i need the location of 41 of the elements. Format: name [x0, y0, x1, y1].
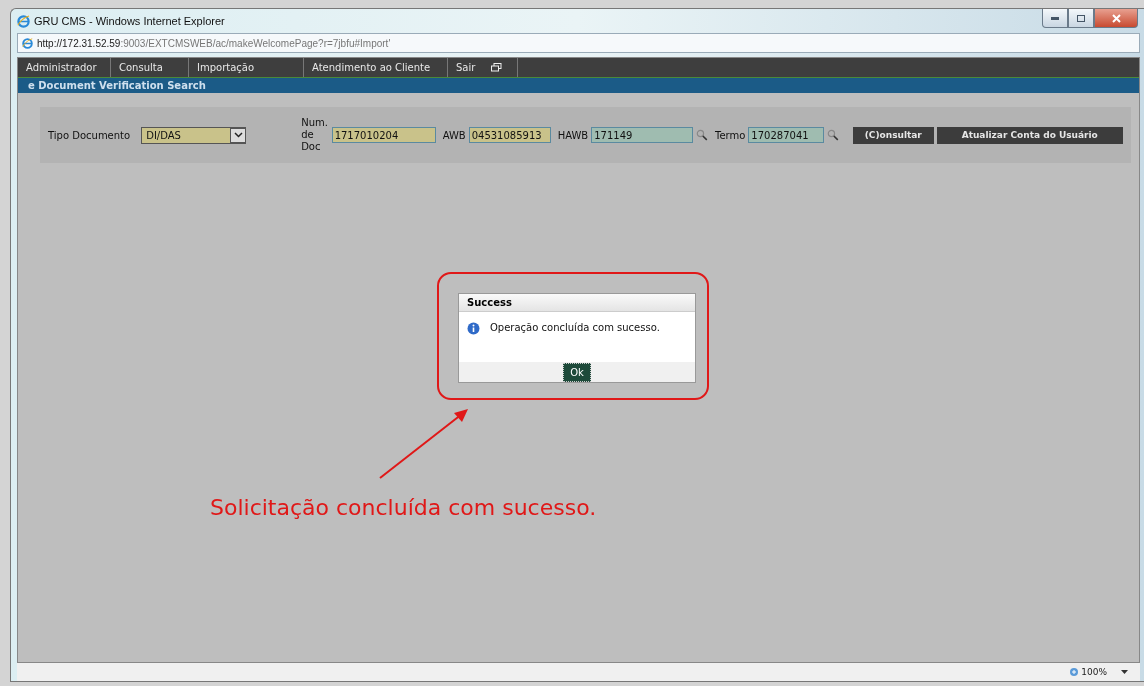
address-bar[interactable]: http://172.31.52.59:9003/EXTCMSWEB/ac/makeWelcomePage?r=7jbfu#Import' [17, 33, 1140, 53]
field-label: Num. de Doc [301, 117, 329, 153]
input-field[interactable]: 170287041 [748, 127, 825, 143]
field-label: Tipo Documento [48, 129, 132, 141]
url-text: http://172.31.52.59:9003/EXTCMSWEB/ac/makeWelcomePage?r=7jbfu#Import' [37, 37, 391, 49]
zoom-icon [1069, 666, 1081, 678]
minimize-button[interactable] [1042, 9, 1068, 28]
field-label: AWB [442, 129, 466, 141]
menu-item[interactable]: Importação [189, 58, 304, 77]
search-icon[interactable] [827, 129, 840, 141]
search-icon[interactable] [696, 129, 708, 141]
ok-button[interactable]: Ok [563, 362, 591, 382]
menu-item[interactable]: Sair [448, 58, 518, 77]
browser-logo-icon [22, 37, 33, 49]
menu-item[interactable]: Administrador [18, 58, 111, 77]
action-button[interactable]: (C)onsultar [852, 126, 934, 144]
dialog-title: Success [459, 294, 695, 312]
maximize-icon [1077, 14, 1085, 22]
menu-item[interactable]: Atendimento ao Cliente [304, 58, 448, 77]
info-icon [467, 322, 480, 335]
field-label: HAWB [557, 129, 589, 141]
window-title: GRU CMS - Windows Internet Explorer [34, 15, 225, 27]
menu-item[interactable]: Consulta [111, 58, 189, 77]
page-title: e Document Verification Search [18, 78, 1139, 93]
input-field[interactable]: 1717010204 [331, 127, 436, 143]
dialog-message: Operação concluída com sucesso. [490, 322, 660, 333]
field-label: Termo [715, 129, 746, 141]
caret-icon [233, 132, 243, 138]
input-field[interactable]: 171149 [591, 127, 694, 143]
document-type-dropdown[interactable]: DI/DAS [141, 126, 247, 144]
action-button[interactable]: Atualizar Conta do Usuário [936, 126, 1123, 144]
annotation-caption: Solicitação concluída com sucesso. [210, 495, 597, 520]
caret-icon[interactable] [1121, 670, 1128, 674]
minimize-icon [1051, 16, 1059, 20]
close-icon [1111, 13, 1121, 23]
input-field[interactable]: 04531085913 [468, 127, 551, 143]
maximize-button[interactable] [1068, 9, 1094, 28]
windows-icon [491, 63, 503, 72]
browser-logo-icon [17, 14, 30, 28]
close-button[interactable] [1094, 9, 1138, 28]
zoom-control[interactable]: 100% [1069, 666, 1107, 678]
